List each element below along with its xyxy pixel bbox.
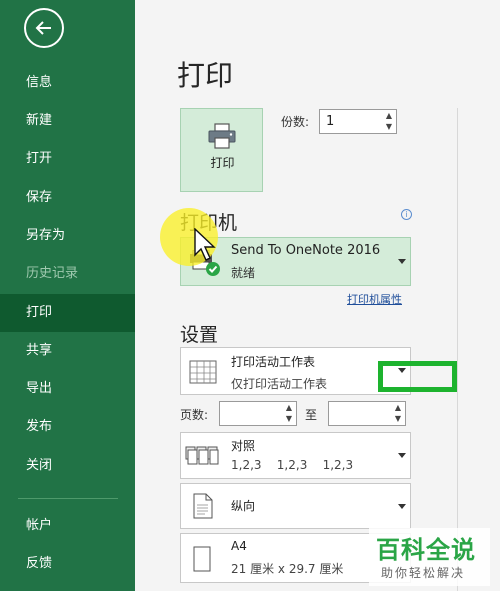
sheet-grid-icon: [189, 360, 217, 384]
mouse-cursor-icon: [194, 228, 216, 261]
pages-from-down-icon[interactable]: ▼: [284, 414, 294, 424]
copies-label: 份数:: [281, 115, 310, 129]
nav-info[interactable]: 信息: [0, 64, 135, 102]
portrait-page-icon: [193, 493, 213, 519]
printer-icon: [208, 123, 236, 149]
collation-dropdown[interactable]: 对照 1,2,3 1,2,3 1,2,3: [180, 432, 411, 479]
nav-new[interactable]: 新建: [0, 102, 135, 140]
nav-save-as[interactable]: 另存为: [0, 217, 135, 255]
back-button[interactable]: [24, 8, 64, 48]
panel-divider: [457, 108, 458, 591]
pages-to-down-icon[interactable]: ▼: [393, 414, 403, 424]
print-button[interactable]: 打印: [180, 108, 263, 192]
pages-to-label: 至: [305, 408, 318, 422]
collate-icon: [185, 446, 219, 465]
backstage-sidebar: 信息 新建 打开 保存 另存为 历史记录 打印 共享 导出 发布 关闭 帐户 反…: [0, 0, 135, 591]
print-panel: 打印 打印 份数: 1 ▲ ▼ 打印机 i Send To OneNote 20…: [135, 0, 500, 591]
copies-down-icon[interactable]: ▼: [384, 122, 394, 132]
nav-feedback[interactable]: 反馈: [0, 545, 135, 583]
nav-history: 历史记录: [26, 266, 79, 281]
printer-properties-link[interactable]: 打印机属性: [347, 291, 402, 307]
print-what-subtitle: 仅打印活动工作表: [231, 377, 328, 391]
pages-from-up-icon[interactable]: ▲: [284, 403, 294, 413]
chevron-down-icon: [398, 259, 406, 264]
nav-publish[interactable]: 发布: [0, 408, 135, 446]
orientation-title: 纵向: [231, 499, 256, 513]
pages-to-up-icon[interactable]: ▲: [393, 403, 403, 413]
nav-print[interactable]: 打印: [0, 294, 135, 332]
watermark: 百科全说 助你轻松解决: [369, 528, 490, 586]
print-what-title: 打印活动工作表: [231, 355, 316, 369]
print-what-dropdown[interactable]: 打印活动工作表 仅打印活动工作表: [180, 347, 411, 395]
annotation-highlight-box: [378, 361, 457, 392]
collation-title: 对照: [231, 439, 256, 453]
info-icon[interactable]: i: [401, 209, 412, 220]
paper-icon: [193, 546, 211, 572]
pages-from-input[interactable]: ▲ ▼: [219, 401, 297, 426]
paper-size-title: A4: [231, 539, 247, 553]
nav-open[interactable]: 打开: [0, 140, 135, 178]
printer-status: 就绪: [231, 266, 256, 280]
paper-size-subtitle: 21 厘米 x 29.7 厘米: [231, 562, 344, 576]
nav-export[interactable]: 导出: [0, 370, 135, 408]
nav-close[interactable]: 关闭: [0, 447, 135, 485]
copies-value: 1: [326, 114, 335, 129]
copies-up-icon[interactable]: ▲: [384, 111, 394, 121]
sidebar-divider: [18, 498, 118, 499]
collation-subtitle: 1,2,3 1,2,3 1,2,3: [231, 458, 354, 472]
settings-section-title: 设置: [180, 324, 219, 346]
nav-share[interactable]: 共享: [0, 332, 135, 370]
pages-to-input[interactable]: ▲ ▼: [328, 401, 406, 426]
nav-save[interactable]: 保存: [0, 179, 135, 217]
back-arrow-icon: [35, 21, 51, 35]
copies-input[interactable]: 1 ▲ ▼: [319, 109, 397, 134]
page-title: 打印: [177, 59, 234, 92]
watermark-subtitle: 助你轻松解决: [381, 566, 466, 580]
chevron-down-icon: [398, 453, 406, 458]
orientation-dropdown[interactable]: 纵向: [180, 483, 411, 529]
pages-label: 页数:: [180, 408, 209, 422]
printer-name: Send To OneNote 2016: [231, 243, 381, 258]
watermark-title: 百科全说: [376, 536, 476, 564]
nav-account[interactable]: 帐户: [0, 507, 135, 545]
chevron-down-icon: [398, 504, 406, 509]
print-button-label: 打印: [210, 156, 235, 170]
